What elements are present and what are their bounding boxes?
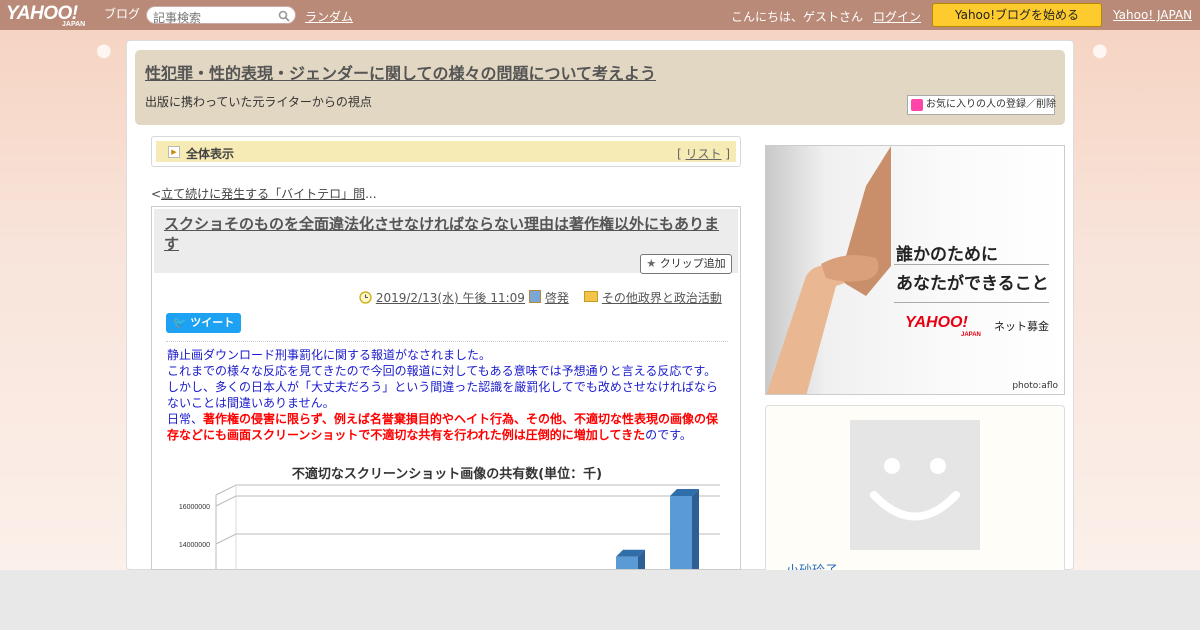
ad-yahoo-logo: YAHOO! xyxy=(905,314,968,331)
ad-photo-credit: photo:aflo xyxy=(1012,381,1058,391)
bar-chart: 16000000 14000000 xyxy=(179,484,720,569)
bottom-margin xyxy=(0,570,1200,630)
view-all-label[interactable]: 全体表示 xyxy=(186,145,234,162)
chart-bar xyxy=(670,496,692,569)
start-blog-button[interactable]: Yahoo!ブログを始める xyxy=(932,3,1102,27)
global-header: YAHOO! JAPAN ブログ ランダム こんにちは、ゲストさん ログイン Y… xyxy=(0,0,1200,30)
star-icon: ★ xyxy=(646,257,657,270)
chart-back-edge xyxy=(215,484,720,496)
tweet-button[interactable]: 🐦 ツイート xyxy=(166,313,241,333)
chart-y-tick-label: 14000000 xyxy=(179,542,210,549)
blog-header: 性犯罪・性的表現・ジェンダーに関しての様々の問題について考えよう 出版に携わって… xyxy=(135,50,1065,125)
ad-line-1: 誰かのために xyxy=(896,245,998,265)
category1-link[interactable]: 啓発 xyxy=(545,291,569,305)
prev-ellipsis: ... xyxy=(365,187,377,201)
favorite-button[interactable]: お気に入りの人の登録／削除 xyxy=(907,95,1056,115)
article-date: 2019/2/13(水) 午後 11:09 xyxy=(359,289,525,306)
blog-label: ブログ xyxy=(104,7,141,21)
yahoo-blog-logo[interactable]: YAHOO! JAPAN ブログ xyxy=(6,3,140,28)
tweet-label: ツイート xyxy=(190,316,235,329)
random-link[interactable]: ランダム xyxy=(305,8,353,25)
yahoo-logo-sub: JAPAN xyxy=(62,21,86,28)
category2-link[interactable]: その他政界と政治活動 xyxy=(602,291,722,305)
yahoo-japan-link[interactable]: Yahoo! JAPAN xyxy=(1113,8,1192,22)
article: スクショそのものを全面違法化させなければならない理由は著作権以外にもあります ★… xyxy=(151,206,741,570)
para4-prefix: 日常、 xyxy=(167,412,204,426)
smiley-avatar-icon xyxy=(870,458,960,521)
blog-title[interactable]: 性犯罪・性的表現・ジェンダーに関しての様々の問題について考えよう xyxy=(145,60,656,84)
ad-divider xyxy=(894,264,1049,265)
heart-icon xyxy=(911,99,923,111)
para4-suffix: のです。 xyxy=(645,428,692,442)
search-input[interactable] xyxy=(147,10,273,26)
article-title[interactable]: スクショそのものを全面違法化させなければならない理由は著作権以外にもあります xyxy=(164,214,729,254)
clip-label: クリップ追加 xyxy=(659,257,726,270)
book-icon xyxy=(529,290,541,303)
chart-y-tick-label: 16000000 xyxy=(179,504,210,511)
chart-gridline xyxy=(215,533,720,545)
previous-article-link[interactable]: <立て続けに発生する「バイトテロ」問... xyxy=(151,185,377,202)
chart-bar-side xyxy=(692,489,699,569)
clip-add-button[interactable]: ★ クリップ追加 xyxy=(640,254,732,274)
charity-ad[interactable]: 誰かのために あなたができること YAHOO! JAPAN ネット募金 phot… xyxy=(765,145,1065,395)
paw-icon: ● xyxy=(1092,40,1108,61)
list-link-wrapper: [ リスト ] xyxy=(677,145,730,162)
search-icon[interactable] xyxy=(278,10,290,22)
body-para-2: これまでの様々な反応を見てきたので今回の報道に対してもある意味では予想通りと言え… xyxy=(167,364,717,378)
chevron-right-icon: ▶ xyxy=(168,146,180,158)
prev-lt: < xyxy=(151,187,162,201)
folder-icon xyxy=(584,291,598,302)
login-link[interactable]: ログイン xyxy=(873,8,921,25)
clock-icon xyxy=(359,291,372,304)
ad-line-2: あなたができること xyxy=(896,274,1049,294)
search-box xyxy=(146,6,296,26)
list-bracket-close: ] xyxy=(721,147,730,161)
divider xyxy=(166,341,728,342)
greeting-text: こんにちは、ゲストさん xyxy=(731,10,864,24)
body-para-4: 日常、著作権の侵害に限らず、例えば名誉棄損目的やヘイト行為、その他、不適切な性表… xyxy=(167,411,727,443)
hands-image xyxy=(766,146,891,394)
article-body: 静止画ダウンロード刑事罰化に関する報道がなされました。 これまでの様々な反応を見… xyxy=(167,347,727,443)
paw-icon: ● xyxy=(96,40,112,61)
twitter-bird-icon: 🐦 xyxy=(172,316,187,329)
article-category2: その他政界と政治活動 xyxy=(584,289,722,306)
body-para-1: 静止画ダウンロード刑事罰化に関する報道がなされました。 xyxy=(167,348,492,362)
chart-gridline xyxy=(215,495,720,507)
article-category1: 啓発 xyxy=(529,289,569,306)
ad-yahoo-logo-sub: JAPAN xyxy=(961,332,981,338)
article-header: スクショそのものを全面違法化させなければならない理由は著作権以外にもあります ★… xyxy=(154,209,738,274)
blog-subtitle: 出版に携わっていた元ライターからの視点 xyxy=(145,95,372,109)
prev-label[interactable]: 立て続けに発生する「バイトテロ」問 xyxy=(161,187,365,201)
ad-service-name: ネット募金 xyxy=(994,320,1049,333)
date-link[interactable]: 2019/2/13(水) 午後 11:09 xyxy=(376,291,525,305)
view-all-bar: ▶ 全体表示 [ リスト ] xyxy=(151,136,741,167)
chart-title: 不適切なスクリーンショット画像の共有数(単位：千) xyxy=(291,467,603,482)
body-para-3: しかし、多くの日本人が「大丈夫だろう」という間違った認識を厳罰化してでも改めさせ… xyxy=(167,380,718,410)
view-all-inner: ▶ 全体表示 [ リスト ] xyxy=(156,141,736,162)
avatar[interactable] xyxy=(850,420,980,550)
profile-box: 小砂玲子 xyxy=(765,405,1065,579)
ad-divider xyxy=(894,302,1049,303)
favorite-label: お気に入りの人の登録／削除 xyxy=(926,99,1056,110)
list-link[interactable]: リスト xyxy=(685,147,721,161)
para4-red: 著作権の侵害に限らず、例えば名誉棄損目的やヘイト行為、その他、不適切な性表現の画… xyxy=(167,412,718,442)
chart-bar xyxy=(616,556,638,569)
